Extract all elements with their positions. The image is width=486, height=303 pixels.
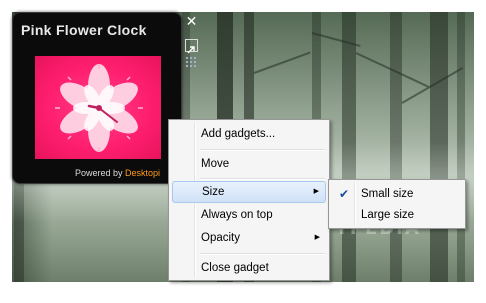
clock-face [35, 56, 161, 159]
menu-item-always-on-top[interactable]: Always on top [172, 204, 326, 226]
flower-clock-icon [55, 64, 143, 152]
menu-item-label: Size [202, 186, 225, 198]
menu-item-add-gadgets[interactable]: Add gadgets... [172, 123, 326, 145]
arrow-expand-icon [187, 46, 195, 54]
gadget-context-menu: Add gadgets... Move Size ▶ Always on top… [168, 119, 330, 281]
grip-icon [186, 57, 196, 67]
menu-item-label: Close gadget [201, 262, 269, 274]
size-submenu: ✔ Small size Large size [328, 179, 466, 229]
menu-item-opacity[interactable]: Opacity ▶ [172, 227, 326, 249]
tree-branch [253, 51, 311, 74]
close-icon[interactable]: ✕ [185, 15, 198, 29]
clock-gadget[interactable]: Pink Flower Clock Powered by Desktopi [12, 12, 182, 184]
menu-item-label: Large size [361, 209, 415, 221]
powered-by-text: Powered by Desktopi [75, 168, 160, 178]
menu-item-label: Opacity [201, 232, 240, 244]
menu-item-label: Small size [361, 188, 414, 200]
menu-separator [200, 253, 325, 255]
submenu-item-small-size[interactable]: ✔ Small size [332, 183, 462, 205]
menu-item-label: Always on top [201, 209, 273, 221]
menu-item-size[interactable]: Size ▶ [172, 181, 326, 203]
checkmark-icon: ✔ [339, 187, 350, 201]
submenu-arrow-icon: ▶ [313, 188, 319, 195]
menu-separator [200, 149, 325, 151]
menu-item-move[interactable]: Move [172, 153, 326, 175]
menu-separator [200, 178, 325, 180]
drag-handle-icon[interactable] [185, 55, 197, 69]
submenu-arrow-icon: ▶ [314, 234, 320, 241]
menu-item-label: Add gadgets... [201, 128, 276, 140]
menu-item-label: Move [201, 158, 230, 170]
powered-brand-link[interactable]: Desktopi [125, 168, 160, 178]
submenu-item-large-size[interactable]: Large size [332, 204, 462, 226]
larger-size-icon[interactable] [185, 39, 198, 54]
menu-item-close-gadget[interactable]: Close gadget [172, 257, 326, 279]
gadget-title: Pink Flower Clock [21, 22, 147, 38]
powered-prefix: Powered by [75, 168, 126, 178]
